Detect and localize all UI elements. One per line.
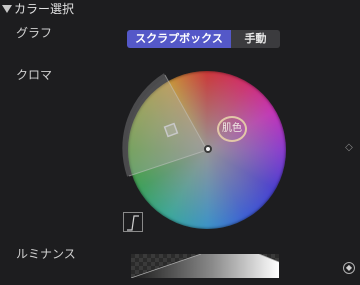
luminance-range-overlay[interactable]	[131, 254, 279, 278]
diamond-icon[interactable]: ◇	[344, 143, 354, 153]
graph-option-manual[interactable]: 手動	[231, 30, 280, 48]
color-selection-header[interactable]: カラー選択	[0, 0, 360, 18]
chroma-center-handle[interactable]	[204, 145, 212, 153]
section-title: カラー選択	[14, 2, 75, 16]
curve-icon[interactable]	[123, 212, 143, 232]
skin-tone-indicator: 肌色	[217, 116, 247, 142]
chroma-label: クロマ	[16, 68, 53, 82]
curve-glyph-icon	[127, 215, 139, 231]
luminance-range-bar[interactable]	[131, 254, 279, 278]
disclosure-triangle-icon[interactable]	[2, 5, 12, 13]
skin-tone-label: 肌色	[222, 123, 242, 134]
graph-label: グラフ	[16, 26, 53, 40]
luminance-gradient-shape[interactable]	[131, 254, 279, 278]
graph-option-scrapbox[interactable]: スクラプボックス	[127, 30, 231, 48]
chroma-selection-sector[interactable]	[124, 75, 207, 176]
luminance-label: ルミナンス	[16, 247, 76, 261]
graph-mode-segmented-control[interactable]: スクラプボックス 手動	[127, 30, 280, 48]
keyframe-icon[interactable]: ◆	[343, 262, 355, 274]
selection-handle-icon[interactable]	[163, 122, 179, 138]
